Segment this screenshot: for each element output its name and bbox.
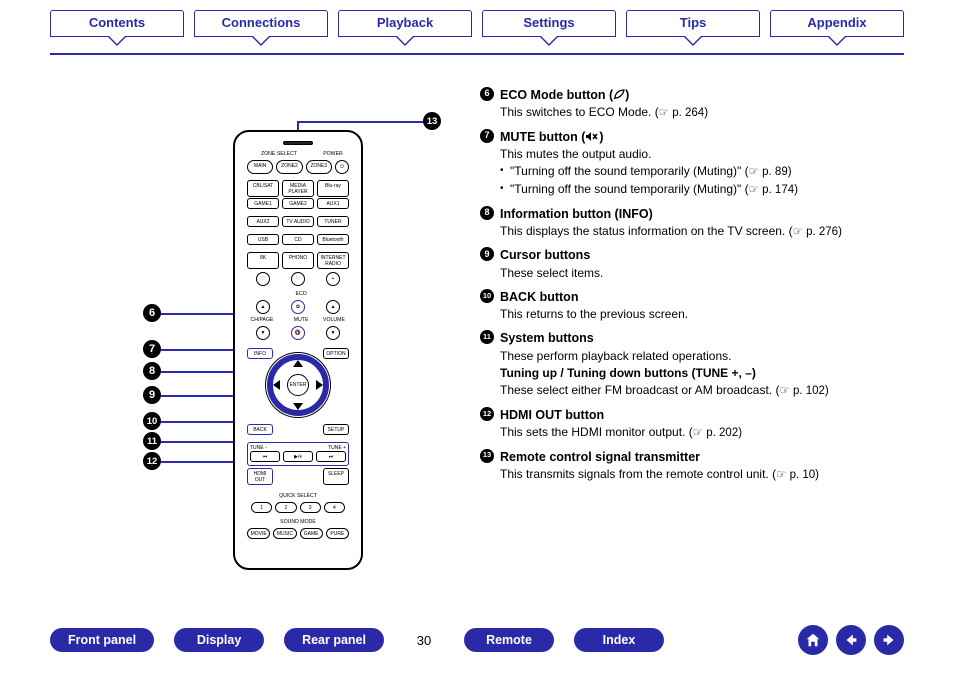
main-content: 13 6 7 8 9 10 11 12 ZO: [0, 52, 954, 613]
callout-7: 7: [143, 340, 161, 358]
callout-line: [161, 371, 237, 373]
callout-8: 8: [143, 362, 161, 380]
item-7: 7MUTE button () This mutes the output au…: [480, 128, 904, 199]
callout-6: 6: [143, 304, 161, 322]
item-10: 10BACK button This returns to the previo…: [480, 288, 904, 324]
top-nav: Contents Connections Playback Settings T…: [0, 0, 954, 41]
prev-icon[interactable]: [836, 625, 866, 655]
btn-front-panel[interactable]: Front panel: [50, 628, 154, 652]
item-6: 6ECO Mode button () This switches to ECO…: [480, 86, 904, 122]
tab-settings[interactable]: Settings: [482, 10, 616, 37]
page-number: 30: [404, 633, 444, 648]
callout-line: [161, 349, 241, 351]
item-13: 13Remote control signal transmitter This…: [480, 448, 904, 484]
callout-12: 12: [143, 452, 161, 470]
callout-line: [297, 121, 423, 123]
leaf-icon: [613, 89, 625, 100]
remote-body: ZONE SELECT POWER MAINZONE2ZONE3⏻ CBL/SA…: [233, 130, 363, 570]
item-11: 11System buttons These perform playback …: [480, 329, 904, 400]
btn-rear-panel[interactable]: Rear panel: [284, 628, 384, 652]
callout-line: [161, 395, 233, 397]
callout-9: 9: [143, 386, 161, 404]
callout-11: 11: [143, 432, 161, 450]
next-icon[interactable]: [874, 625, 904, 655]
tab-playback[interactable]: Playback: [338, 10, 472, 37]
bottom-nav: Front panel Display Rear panel 30 Remote…: [50, 625, 904, 655]
tab-connections[interactable]: Connections: [194, 10, 328, 37]
tab-appendix[interactable]: Appendix: [770, 10, 904, 37]
btn-remote[interactable]: Remote: [464, 628, 554, 652]
home-icon[interactable]: [798, 625, 828, 655]
btn-display[interactable]: Display: [174, 628, 264, 652]
item-9: 9Cursor buttons These select items.: [480, 246, 904, 282]
dpad: ENTER: [265, 352, 331, 418]
callout-10: 10: [143, 412, 161, 430]
tab-contents[interactable]: Contents: [50, 10, 184, 37]
descriptions: 6ECO Mode button () This switches to ECO…: [480, 86, 904, 490]
mute-icon: [585, 131, 599, 142]
nav-icons: [798, 625, 904, 655]
btn-index[interactable]: Index: [574, 628, 664, 652]
callout-13: 13: [423, 112, 441, 130]
tab-tips[interactable]: Tips: [626, 10, 760, 37]
item-8: 8Information button (INFO) This displays…: [480, 205, 904, 241]
item-12: 12HDMI OUT button This sets the HDMI mon…: [480, 406, 904, 442]
